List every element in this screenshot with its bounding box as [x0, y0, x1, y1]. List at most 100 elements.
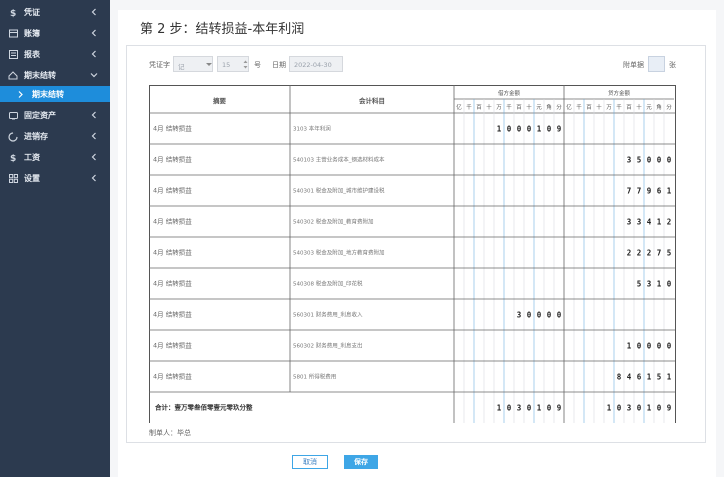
sidebar-item-voucher[interactable]: $ 凭证: [0, 2, 110, 23]
digit-unit-label: 百: [516, 104, 522, 111]
row-credit-digit: 0: [647, 156, 652, 165]
chevron-right-icon: [18, 90, 24, 98]
save-button[interactable]: 保存: [344, 455, 378, 469]
header-summary: 摘要: [213, 96, 227, 105]
sidebar-item-label: 进销存: [24, 132, 48, 141]
digit-unit-label: 十: [596, 103, 602, 111]
header-credit: 贷方金额: [608, 89, 631, 97]
digit-unit-label: 千: [576, 103, 582, 111]
digit-unit-label: 十: [486, 103, 492, 111]
sidebar-item-report[interactable]: 报表: [0, 44, 110, 65]
voucher-attach-input[interactable]: [648, 56, 665, 72]
row-debit-digit: 0: [527, 311, 532, 320]
stepper-arrows-icon: [243, 60, 248, 69]
chevron-left-icon: [90, 29, 98, 37]
voucher-header: 凭证字 记 15 号 日期 2022-04-30 附单据 张: [127, 56, 707, 72]
row-credit-digit: 0: [637, 342, 642, 351]
caret-down-icon: [206, 63, 212, 66]
row-credit-digit: 1: [657, 218, 662, 227]
voucher-number-unit: 号: [254, 61, 261, 69]
digit-unit-label: 分: [556, 103, 562, 111]
row-credit-digit: 9: [647, 187, 652, 196]
voucher-table: 摘要 会计科目借方金额 贷方金额亿千百十万千百十元角分亿千百十万千百十元角分4月 结…: [149, 85, 676, 423]
total-credit-digit: 1: [647, 404, 652, 413]
sidebar: $ 凭证 账簿 报表 期末结转 期末结转 固定资产 进销存 $ 工资 设置: [0, 0, 110, 477]
sidebar-item-label: 账簿: [24, 29, 40, 38]
total-credit-digit: 1: [607, 404, 612, 413]
row-summary: 4月 结转损益: [153, 279, 192, 288]
row-debit-digit: 0: [547, 311, 552, 320]
dollar-icon: $: [8, 8, 18, 18]
row-summary: 4月 结转损益: [153, 186, 192, 195]
row-credit-digit: 4: [647, 218, 652, 227]
closing-icon: [8, 71, 18, 81]
digit-unit-label: 百: [626, 104, 632, 111]
sidebar-item-salary[interactable]: $ 工资: [0, 147, 110, 168]
row-debit-digit: 0: [557, 311, 562, 320]
row-summary: 4月 结转损益: [153, 124, 192, 133]
sidebar-item-label: 工资: [24, 153, 40, 162]
sidebar-item-label: 凭证: [24, 8, 40, 17]
row-debit-digit: 0: [547, 125, 552, 134]
total-debit-digit: 1: [537, 404, 542, 413]
voucher-word-select[interactable]: 记: [173, 56, 213, 72]
total-label: 合计：壹万零叁佰零壹元零玖分整: [154, 403, 253, 412]
total-debit-digit: 0: [527, 404, 532, 413]
row-credit-digit: 5: [657, 373, 662, 382]
sidebar-item-settings[interactable]: 设置: [0, 168, 110, 189]
row-summary: 4月 结转损益: [153, 372, 192, 381]
total-credit-digit: 0: [657, 404, 662, 413]
asset-icon: [8, 111, 18, 121]
digit-unit-label: 角: [546, 103, 552, 111]
row-credit-digit: 7: [627, 187, 632, 196]
digit-unit-label: 元: [536, 104, 542, 111]
row-account: 540103 主营业务成本_钢选材料成本: [293, 156, 385, 164]
chevron-down-icon: [90, 71, 98, 79]
row-summary: 4月 结转损益: [153, 248, 192, 257]
voucher-word-label: 凭证字: [149, 61, 170, 69]
row-account: 540308 税金及附加_印花税: [293, 280, 363, 288]
voucher-date-value: 2022-04-30: [294, 61, 332, 69]
cancel-button[interactable]: 取消: [292, 455, 328, 469]
svg-text:$: $: [10, 9, 16, 18]
row-credit-digit: 1: [647, 373, 652, 382]
row-credit-digit: 0: [647, 342, 652, 351]
inventory-icon: [8, 131, 18, 142]
row-account: 560302 财务费用_利息支出: [293, 342, 363, 350]
row-debit-digit: 0: [527, 125, 532, 134]
row-debit-digit: 0: [507, 125, 512, 134]
total-credit-digit: 0: [617, 404, 622, 413]
book-icon: [8, 29, 18, 39]
row-credit-digit: 3: [637, 218, 642, 227]
row-credit-digit: 1: [667, 373, 672, 382]
sidebar-item-closing[interactable]: 期末结转: [0, 65, 110, 86]
header-debit: 借方金额: [498, 89, 521, 97]
sidebar-subitem-closing[interactable]: 期末结转: [0, 86, 110, 102]
main-area: 第 2 步：结转损益-本年利润 凭证字 记 15 号 日期 2022-04-30…: [110, 0, 724, 477]
digit-unit-label: 角: [656, 103, 662, 111]
voucher-date-field[interactable]: 2022-04-30: [289, 56, 343, 72]
row-credit-digit: 2: [627, 249, 632, 258]
digit-unit-label: 十: [636, 103, 642, 111]
row-credit-digit: 0: [657, 156, 662, 165]
row-credit-digit: 5: [637, 280, 642, 289]
app-root: $ 凭证 账簿 报表 期末结转 期末结转 固定资产 进销存 $ 工资 设置 第 …: [0, 0, 724, 477]
row-credit-digit: 2: [667, 218, 672, 227]
digit-unit-label: 百: [476, 104, 482, 111]
voucher-number-stepper[interactable]: 15: [217, 56, 249, 72]
sidebar-item-ledger[interactable]: 账簿: [0, 23, 110, 44]
digit-unit-label: 千: [466, 103, 472, 111]
digit-unit-label: 元: [646, 104, 652, 111]
row-summary: 4月 结转损益: [153, 310, 192, 319]
sidebar-item-inventory[interactable]: 进销存: [0, 126, 110, 147]
digit-unit-label: 千: [506, 103, 512, 111]
row-debit-digit: 9: [557, 125, 562, 134]
digit-unit-label: 万: [496, 104, 502, 111]
sidebar-item-label: 期末结转: [24, 71, 56, 80]
row-credit-digit: 0: [667, 156, 672, 165]
chevron-left-icon: [90, 132, 98, 140]
voucher-word-value: 记: [178, 63, 185, 71]
row-debit-digit: 3: [517, 311, 522, 320]
voucher-card: 凭证字 记 15 号 日期 2022-04-30 附单据 张 摘要 会计科目 借…: [126, 45, 706, 443]
sidebar-item-fixed-assets[interactable]: 固定资产: [0, 105, 110, 126]
